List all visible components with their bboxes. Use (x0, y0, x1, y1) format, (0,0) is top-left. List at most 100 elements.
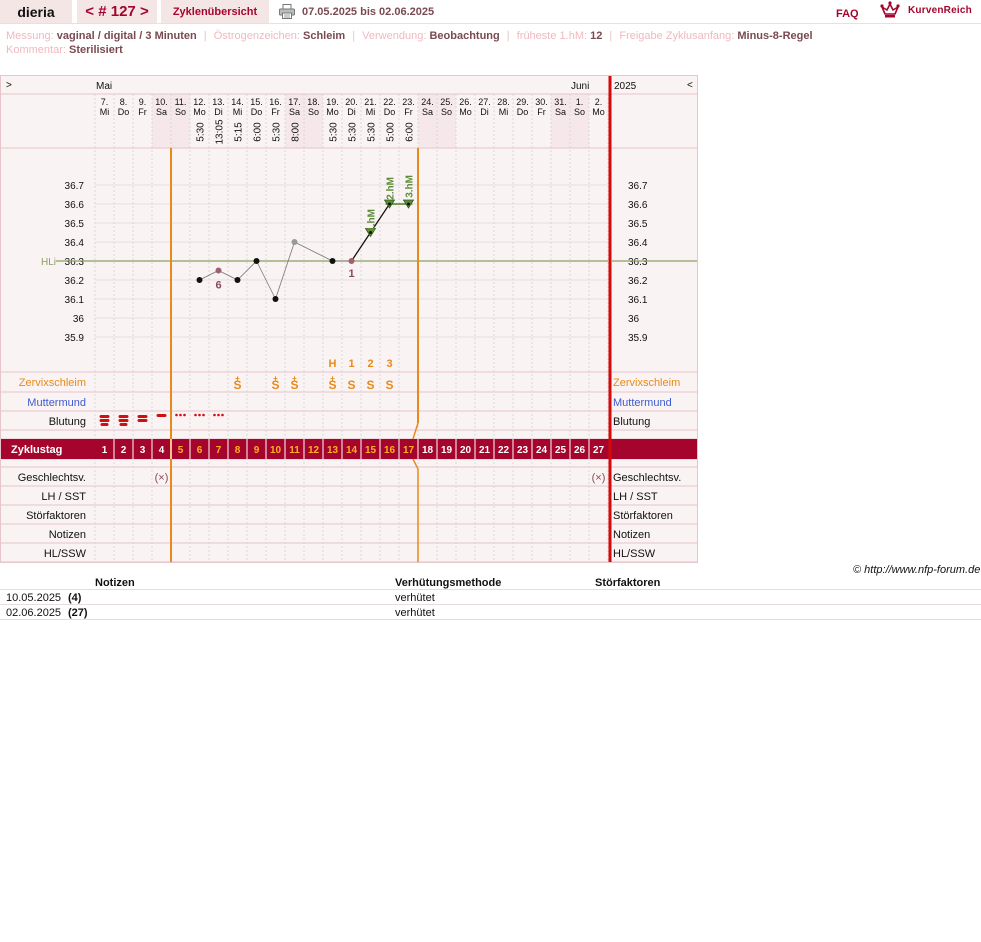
temperature-point (196, 277, 203, 283)
cycle-navigator: < # 127 > (77, 0, 157, 23)
date-label: 17. (288, 97, 301, 107)
weekday-label: Mi (100, 107, 110, 117)
measurement-time: 5:00 (386, 122, 397, 142)
mucus-peak-counter: 3 (386, 358, 392, 370)
cycle-day-number: 19 (441, 445, 453, 456)
cycle-day-number: 11 (289, 445, 300, 456)
date-label: 27. (478, 97, 491, 107)
weekday-label: So (574, 107, 585, 117)
next-cycle-button[interactable]: > (140, 3, 149, 20)
cycle-day-number: 25 (555, 445, 567, 456)
usage-label: Verwendung: (362, 30, 427, 42)
row-date: 02.06.2025 (6, 607, 62, 619)
separator: | (352, 30, 356, 42)
month-label: Juni (571, 81, 589, 92)
row-label-left: Störfaktoren (26, 510, 86, 522)
bleeding-light-mark (156, 414, 167, 417)
faq-link[interactable]: FAQ (836, 8, 859, 20)
cycle-day-number: 14 (346, 445, 358, 456)
separator: | (506, 30, 510, 42)
weekday-label: Mo (459, 107, 472, 117)
row-cycle-day: (27) (68, 607, 88, 619)
mucus-peak-counter: H (329, 358, 337, 370)
cycle-day-number: 17 (403, 445, 415, 456)
weekday-label: Do (251, 107, 263, 117)
row-cycle-day: (4) (68, 592, 82, 604)
mucus-symbol: S (328, 378, 336, 392)
row-label-left: Muttermund (27, 397, 86, 409)
six-lows-label: 6 (215, 280, 221, 292)
weekday-label: Fr (537, 107, 546, 117)
cycle-day-number: 6 (197, 445, 203, 456)
cycle-day-number: 4 (159, 445, 165, 456)
weekday-label: So (308, 107, 319, 117)
date-range: 07.05.2025 bis 02.06.2025 (302, 6, 435, 18)
row-label-right: HL/SSW (613, 548, 656, 560)
separator: | (203, 30, 207, 42)
bleeding-heavy-mark (100, 423, 109, 426)
high-measurement-label: 3.hM (405, 175, 416, 198)
temperature-tick-right: 36.3 (628, 257, 648, 268)
username-tab[interactable]: dieria (0, 0, 72, 23)
mucus-symbol: S (290, 378, 298, 392)
cycle-day-number: 3 (140, 445, 146, 456)
weekday-label: Fr (404, 107, 413, 117)
weekday-label: Mo (326, 107, 339, 117)
measurement-time: 5:30 (272, 122, 283, 142)
cycle-end-border (608, 76, 612, 562)
column-header-notes: Notizen (95, 577, 135, 589)
date-label: 2. (595, 97, 603, 107)
intercourse-mark: (×) (592, 472, 606, 484)
row-label-right: Störfaktoren (613, 510, 673, 522)
copyright-note[interactable]: © http://www.nfp-forum.de (853, 564, 980, 576)
cycle-settings-line: Messung: vaginal / digital / 3 Minuten |… (6, 30, 813, 42)
brand-name[interactable]: KurvenReich (908, 5, 972, 16)
weekday-label: Mi (499, 107, 509, 117)
weekday-label: So (441, 107, 452, 117)
measurement-time: 5:15 (234, 122, 245, 142)
bleeding-medium-mark (137, 419, 148, 422)
measurement-time: 13:05 (215, 119, 226, 144)
temperature-tick-right: 36 (628, 314, 640, 325)
date-label: 8. (120, 97, 128, 107)
cycle-day-number: 1 (102, 445, 108, 456)
printer-icon[interactable] (279, 4, 295, 19)
temperature-tick-left: 36.2 (65, 276, 85, 287)
weekday-label: Sa (289, 107, 300, 117)
weekday-label: So (175, 107, 186, 117)
date-label: 9. (139, 97, 147, 107)
temperature-tick-right: 35.9 (628, 333, 648, 344)
cycle-day-number: 24 (536, 445, 548, 456)
cycle-day-number: 22 (498, 445, 510, 456)
date-label: 20. (345, 97, 358, 107)
comment-label: Kommentar: (6, 44, 66, 56)
usage-value: Beobachtung (429, 30, 500, 42)
date-label: 24. (421, 97, 434, 107)
weekday-label: Fr (271, 107, 280, 117)
temperature-tick-left: 35.9 (65, 333, 85, 344)
bleeding-spotting-dot (217, 413, 220, 417)
weekday-label: Do (118, 107, 130, 117)
weekday-label: Sa (422, 107, 433, 117)
mucus-peak-counter: 1 (348, 358, 354, 370)
mucus-peak-counter: 2 (367, 358, 373, 370)
notes-table: Notizen Verhütungsmethode Störfaktoren 1… (0, 576, 981, 620)
measurement-label: Messung: (6, 30, 54, 42)
row-label-left: Notizen (49, 529, 86, 541)
previous-cycle-button[interactable]: < (85, 3, 94, 20)
measurement-time: 5:30 (367, 122, 378, 142)
column-header-method: Verhütungsmethode (395, 577, 502, 589)
date-label: 14. (231, 97, 244, 107)
cycle-day-number: 2 (121, 445, 127, 456)
earliest-high-value: 12 (590, 30, 603, 42)
row-label-right: LH / SST (613, 491, 658, 503)
cycle-day-number: 27 (593, 445, 605, 456)
bleeding-heavy-mark (118, 415, 129, 418)
bleeding-spotting-dot (183, 413, 186, 417)
row-label-left: Geschlechtsv. (18, 472, 86, 484)
bleeding-spotting-dot (202, 413, 205, 417)
row-method: verhütet (395, 592, 435, 604)
cycle-day-number: 9 (254, 445, 260, 456)
cycle-overview-tab[interactable]: Zyklenübersicht (161, 0, 269, 23)
crown-icon[interactable] (880, 1, 900, 19)
